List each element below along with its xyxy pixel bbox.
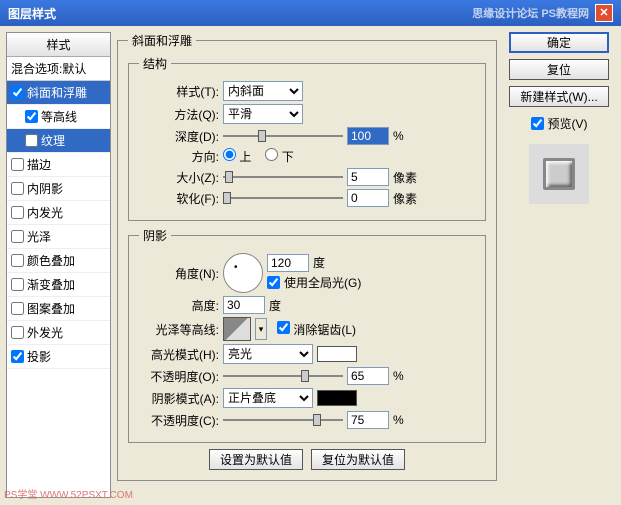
technique-select[interactable]: 平滑: [223, 104, 303, 124]
shadow-mode-label: 阴影模式(A):: [139, 390, 219, 407]
dialog-title: 图层样式: [8, 5, 56, 22]
altitude-input[interactable]: [223, 296, 265, 314]
size-slider[interactable]: [223, 168, 343, 186]
soften-label: 软化(F):: [139, 190, 219, 207]
style-item-label: 图案叠加: [27, 300, 75, 317]
style-item-3[interactable]: 描边: [7, 153, 110, 177]
style-select[interactable]: 内斜面: [223, 81, 303, 101]
shadow-opacity-slider[interactable]: [223, 411, 343, 429]
style-item-11[interactable]: 投影: [7, 345, 110, 369]
make-default-button[interactable]: 设置为默认值: [209, 449, 303, 470]
technique-label: 方法(Q):: [139, 106, 219, 123]
altitude-label: 高度:: [139, 297, 219, 314]
direction-label: 方向:: [139, 148, 219, 165]
style-item-0[interactable]: 斜面和浮雕: [7, 81, 110, 105]
styles-list: 样式 混合选项:默认 斜面和浮雕等高线纹理描边内阴影内发光光泽颜色叠加渐变叠加图…: [6, 32, 111, 498]
style-item-label: 外发光: [27, 324, 63, 341]
highlight-mode-select[interactable]: 亮光: [223, 344, 313, 364]
style-checkbox[interactable]: [11, 230, 24, 243]
angle-dial[interactable]: [223, 253, 263, 293]
antialias-checkbox[interactable]: 消除锯齿(L): [277, 321, 356, 338]
style-item-4[interactable]: 内阴影: [7, 177, 110, 201]
main-panel: 斜面和浮雕 结构 样式(T): 内斜面 方法(Q): 平滑 深度(D): %: [111, 32, 503, 498]
right-panel: 确定 复位 新建样式(W)... 预览(V): [503, 32, 615, 498]
global-light-checkbox[interactable]: 使用全局光(G): [267, 274, 361, 291]
blend-options[interactable]: 混合选项:默认: [7, 57, 110, 81]
style-label: 样式(T):: [139, 83, 219, 100]
size-input[interactable]: [347, 168, 389, 186]
style-checkbox[interactable]: [11, 206, 24, 219]
style-item-label: 等高线: [41, 108, 77, 125]
contour-picker[interactable]: [223, 317, 251, 341]
style-item-label: 渐变叠加: [27, 276, 75, 293]
shadow-mode-select[interactable]: 正片叠底: [223, 388, 313, 408]
title-bar: 图层样式 思缘设计论坛 PS教程网 ✕: [0, 0, 621, 26]
style-item-label: 斜面和浮雕: [27, 84, 87, 101]
style-item-label: 纹理: [41, 132, 65, 149]
shading-group: 阴影 角度(N): 度 使用全局光(G) 高度: 度: [128, 227, 486, 443]
highlight-opacity-slider[interactable]: [223, 367, 343, 385]
direction-down[interactable]: 下: [265, 148, 293, 165]
new-style-button[interactable]: 新建样式(W)...: [509, 86, 609, 107]
style-item-6[interactable]: 光泽: [7, 225, 110, 249]
style-checkbox[interactable]: [11, 302, 24, 315]
chevron-down-icon[interactable]: ▾: [255, 318, 267, 340]
style-item-label: 颜色叠加: [27, 252, 75, 269]
structure-group: 结构 样式(T): 内斜面 方法(Q): 平滑 深度(D): % 方向:: [128, 55, 486, 221]
style-checkbox[interactable]: [11, 278, 24, 291]
style-item-10[interactable]: 外发光: [7, 321, 110, 345]
preview-checkbox[interactable]: 预览(V): [531, 115, 588, 132]
close-icon[interactable]: ✕: [595, 4, 613, 22]
style-item-5[interactable]: 内发光: [7, 201, 110, 225]
style-checkbox[interactable]: [11, 86, 24, 99]
style-item-1[interactable]: 等高线: [7, 105, 110, 129]
style-item-label: 内发光: [27, 204, 63, 221]
style-checkbox[interactable]: [11, 182, 24, 195]
reset-default-button[interactable]: 复位为默认值: [311, 449, 405, 470]
style-item-label: 光泽: [27, 228, 51, 245]
highlight-opacity-label: 不透明度(O):: [139, 368, 219, 385]
direction-up[interactable]: 上: [223, 148, 251, 165]
ok-button[interactable]: 确定: [509, 32, 609, 53]
style-item-label: 描边: [27, 156, 51, 173]
shadow-opacity-input[interactable]: [347, 411, 389, 429]
style-item-label: 投影: [27, 348, 51, 365]
gloss-contour-label: 光泽等高线:: [139, 321, 219, 338]
style-item-label: 内阴影: [27, 180, 63, 197]
soften-input[interactable]: [347, 189, 389, 207]
section-title: 斜面和浮雕: [128, 32, 196, 49]
style-checkbox[interactable]: [11, 254, 24, 267]
style-checkbox[interactable]: [11, 350, 24, 363]
shadow-color-swatch[interactable]: [317, 390, 357, 406]
bevel-emboss-group: 斜面和浮雕 结构 样式(T): 内斜面 方法(Q): 平滑 深度(D): %: [117, 32, 497, 481]
style-item-8[interactable]: 渐变叠加: [7, 273, 110, 297]
style-checkbox[interactable]: [25, 134, 38, 147]
style-checkbox[interactable]: [11, 326, 24, 339]
preview-thumbnail: [529, 144, 589, 204]
style-item-7[interactable]: 颜色叠加: [7, 249, 110, 273]
size-label: 大小(Z):: [139, 169, 219, 186]
depth-label: 深度(D):: [139, 128, 219, 145]
watermark-bottom: PS学堂 WWW.52PSXT.COM: [4, 486, 133, 501]
highlight-mode-label: 高光模式(H):: [139, 346, 219, 363]
angle-input[interactable]: [267, 254, 309, 272]
style-item-9[interactable]: 图案叠加: [7, 297, 110, 321]
highlight-opacity-input[interactable]: [347, 367, 389, 385]
styles-header: 样式: [7, 33, 110, 57]
soften-slider[interactable]: [223, 189, 343, 207]
angle-label: 角度(N):: [139, 265, 219, 282]
watermark-top: 思缘设计论坛 PS教程网: [472, 5, 589, 21]
depth-input[interactable]: [347, 127, 389, 145]
highlight-color-swatch[interactable]: [317, 346, 357, 362]
style-checkbox[interactable]: [11, 158, 24, 171]
depth-slider[interactable]: [223, 127, 343, 145]
style-item-2[interactable]: 纹理: [7, 129, 110, 153]
style-checkbox[interactable]: [25, 110, 38, 123]
cancel-button[interactable]: 复位: [509, 59, 609, 80]
shadow-opacity-label: 不透明度(C):: [139, 412, 219, 429]
